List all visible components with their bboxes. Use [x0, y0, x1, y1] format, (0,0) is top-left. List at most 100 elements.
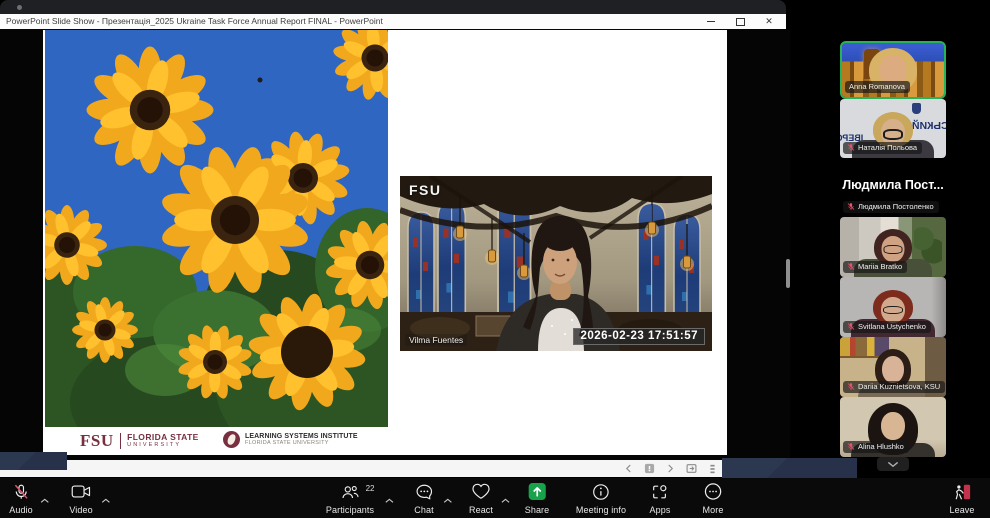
church-hall-background — [400, 176, 712, 351]
toolbar-item-label: Share — [525, 505, 550, 515]
apps-icon — [651, 483, 669, 506]
minimize-button[interactable] — [698, 14, 724, 29]
more-icon — [704, 482, 723, 506]
chevron-up-icon[interactable] — [443, 491, 452, 509]
sunflower-photo — [45, 30, 388, 427]
powerpoint-window-title: PowerPoint Slide Show - Презентація_2025… — [6, 16, 383, 26]
mic-off-small-icon — [847, 143, 855, 152]
restore-button[interactable] — [727, 14, 753, 29]
person-hair — [874, 229, 912, 265]
name-label-pill: Наталія Польова — [843, 142, 922, 154]
toolbar-item-label: React — [469, 505, 493, 515]
mic-off-small-icon — [847, 322, 855, 331]
more-options-button[interactable] — [706, 463, 718, 475]
person-face — [882, 236, 905, 262]
learning-systems-institute-logo: LEARNING SYSTEMS INSTITUTE FLORIDA STATE… — [223, 431, 358, 448]
mic-off-small-icon — [847, 202, 855, 211]
fsu-logo: FSU FLORIDA STATE UNIVERSITY — [80, 431, 199, 451]
teams-window-top-strip — [0, 0, 786, 14]
chevron-up-icon[interactable] — [384, 491, 393, 509]
participant-tile-svitlana[interactable]: Svitlana Ustychenko — [840, 277, 946, 337]
mirrored-backdrop-text: СЬКИЙ — [912, 120, 946, 132]
person-face — [882, 356, 904, 383]
minimize-icon — [707, 21, 715, 22]
name-label-pill: Dariia Kuznietsova, KSU — [843, 381, 945, 393]
window-dot-icon — [17, 5, 22, 10]
react-button[interactable]: React — [469, 485, 493, 515]
participant-tile-mariia[interactable]: Mariia Bratko — [840, 217, 946, 277]
fsu-watermark: FSU — [409, 182, 442, 198]
close-button[interactable]: ✕ — [756, 14, 782, 29]
speaker-name-label: Vilma Fuentes — [405, 334, 467, 346]
chevron-up-icon[interactable] — [501, 491, 510, 509]
slideshow-controls — [622, 462, 718, 475]
toolbar-item-label: Chat — [414, 505, 433, 515]
name-label-pill: Mariia Bratko — [843, 261, 907, 273]
meeting-info-button[interactable]: Meeting info — [576, 485, 626, 515]
scrollbar-thumb[interactable] — [786, 259, 790, 288]
logo-divider — [120, 433, 122, 449]
restore-icon — [736, 18, 745, 26]
pen-tools-button[interactable] — [643, 463, 655, 475]
lsi-torch-icon — [223, 431, 240, 448]
share-button[interactable]: Share — [525, 485, 550, 515]
lsi-subtitle: FLORIDA STATE UNIVERSITY — [245, 441, 358, 447]
person-face — [881, 297, 905, 323]
participant-name: Наталія Польова — [858, 143, 917, 152]
participant-tile-людмила[interactable]: Людмила Пост... Людмила Постоленко — [840, 165, 946, 217]
participants-button[interactable]: 22 Participants — [326, 485, 374, 515]
participant-name: Mariia Bratko — [858, 262, 902, 271]
leave-button[interactable]: Leave — [949, 485, 974, 515]
powerpoint-titlebar: PowerPoint Slide Show - Презентація_2025… — [0, 14, 786, 30]
participant-name: Dariia Kuznietsova, KSU — [858, 382, 940, 391]
chat-button[interactable]: Chat — [414, 485, 433, 515]
chat-icon — [415, 483, 433, 506]
prev-slide-button[interactable] — [622, 463, 634, 475]
mic-off-small-icon — [847, 442, 855, 451]
participant-name: Alina Hlushko — [858, 442, 904, 451]
participant-name: Svitlana Ustychenko — [858, 322, 926, 331]
sidebar-more-button[interactable] — [877, 457, 909, 471]
heart-icon — [471, 483, 491, 505]
name-label-pill: Людмила Постоленко — [843, 201, 939, 213]
mic-off-small-icon — [847, 262, 855, 271]
slide-footer: FSU FLORIDA STATE UNIVERSITY LEARNING SY… — [43, 429, 727, 455]
camera-off-display-name: Людмила Пост... — [842, 178, 943, 192]
name-label-pill: Anna Romanova — [845, 81, 910, 93]
toolbar-item-label: Participants — [326, 505, 374, 515]
participant-tile-alina[interactable]: Alina Hlushko — [840, 397, 946, 457]
leave-icon — [952, 483, 972, 506]
camera-icon — [71, 484, 91, 504]
participant-tile-anna[interactable]: Anna Romanova — [840, 41, 946, 99]
participant-tile-наталія[interactable]: СЬКИЙІВЕРС Наталія Польова — [840, 99, 946, 158]
mic-muted-icon — [12, 483, 30, 506]
apps-button[interactable]: Apps — [650, 485, 671, 515]
participant-name: Anna Romanova — [849, 82, 905, 91]
share-icon — [528, 482, 547, 506]
chevron-up-icon[interactable] — [40, 491, 49, 509]
people-icon — [340, 484, 359, 505]
recording-timestamp: 2026-02-23 17:51:57 — [573, 328, 705, 345]
fsu-wordmark-line2: UNIVERSITY — [127, 443, 199, 449]
name-label-pill: Svitlana Ustychenko — [843, 321, 931, 333]
teams-stage-corner-right — [722, 458, 857, 478]
fsu-acronym: FSU — [80, 431, 114, 451]
video-button[interactable]: Video — [69, 485, 92, 515]
lsi-name: LEARNING SYSTEMS INSTITUTE — [245, 433, 358, 440]
more-button[interactable]: More — [703, 485, 724, 515]
chevron-down-icon — [887, 455, 899, 473]
audio-button[interactable]: Audio — [9, 485, 33, 515]
chevron-up-icon[interactable] — [101, 491, 110, 509]
participants-count-badge: 22 — [366, 484, 375, 493]
toolbar-item-label: Audio — [9, 505, 33, 515]
fsu-wordmark-line1: FLORIDA STATE — [127, 433, 199, 442]
next-slide-button[interactable] — [664, 463, 676, 475]
participant-tile-dariia[interactable]: Dariia Kuznietsova, KSU — [840, 337, 946, 397]
powerpoint-stage: FSU FLORIDA STATE UNIVERSITY LEARNING SY… — [0, 29, 790, 460]
see-all-slides-button[interactable] — [685, 463, 697, 475]
toolbar-item-label: Meeting info — [576, 505, 626, 515]
person-face — [881, 412, 905, 440]
toolbar-item-label: Video — [69, 505, 92, 515]
speaker-video: FSU Vilma Fuentes 2026-02-23 17:51:57 — [400, 176, 712, 351]
toolbar-item-label: Apps — [650, 505, 671, 515]
